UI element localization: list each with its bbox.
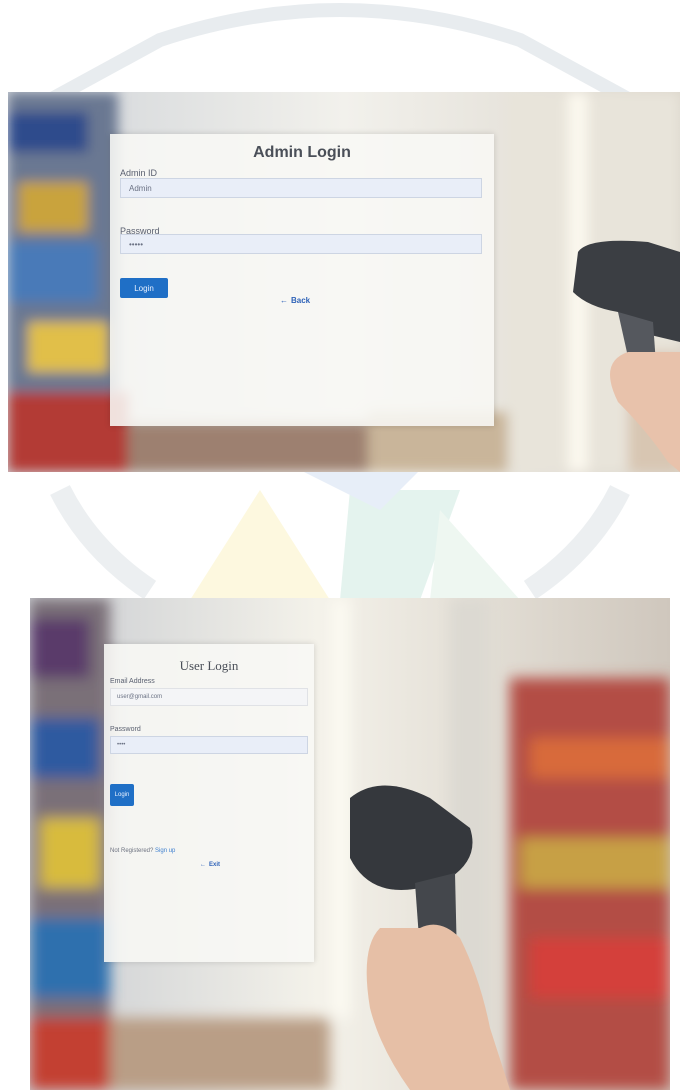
email-label: Email Address (110, 678, 155, 685)
exit-link[interactable]: ← Exit (200, 862, 220, 868)
password-input[interactable]: •••• (110, 736, 308, 754)
barcode-scanner-image (573, 240, 680, 472)
exit-link-label: Exit (209, 862, 221, 868)
login-button[interactable]: Login (120, 278, 168, 298)
signup-link[interactable]: Sign up (155, 848, 175, 854)
user-login-title: User Login (179, 658, 239, 673)
email-input[interactable]: user@gmail.com (110, 688, 308, 706)
admin-id-label: Admin ID (120, 168, 158, 178)
login-button[interactable]: Login (110, 784, 134, 806)
admin-login-screenshot: Admin Login Admin ID Admin Password ••••… (8, 92, 680, 472)
admin-id-input[interactable]: Admin (120, 178, 482, 198)
watermark-emblem (50, 470, 630, 600)
arrow-left-icon: ← (200, 862, 206, 868)
signup-prompt-text: Not Registered? (110, 848, 154, 854)
back-link-label: Back (291, 296, 311, 305)
admin-login-card: Admin Login Admin ID Admin Password ••••… (110, 134, 494, 426)
arrow-left-icon: ← (280, 296, 288, 305)
user-login-screenshot: User Login Email Address user@gmail.com … (30, 598, 670, 1090)
user-login-card: User Login Email Address user@gmail.com … (104, 644, 314, 962)
password-label: Password (110, 726, 141, 733)
admin-login-title: Admin Login (253, 144, 351, 161)
barcode-scanner-image (350, 785, 510, 1090)
back-link[interactable]: ← Back (280, 296, 310, 305)
password-input[interactable]: ••••• (120, 234, 482, 254)
signup-prompt: Not Registered? Sign up (110, 848, 175, 854)
